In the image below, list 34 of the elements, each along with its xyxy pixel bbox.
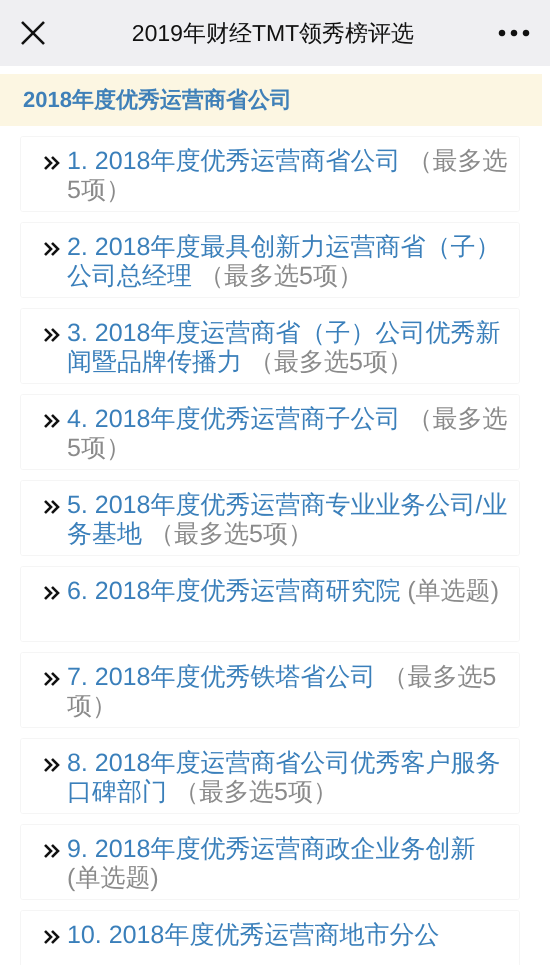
question-card[interactable]: 6. 2018年度优秀运营商研究院 (单选题) xyxy=(20,566,520,642)
question-title[interactable]: 6. 2018年度优秀运营商研究院 (单选题) xyxy=(67,577,500,606)
question-title[interactable]: 8. 2018年度运营商省公司优秀客户服务口碑部门 （最多选5项） xyxy=(67,749,509,807)
question-title[interactable]: 3. 2018年度运营商省（子）公司优秀新闻暨品牌传播力 （最多选5项） xyxy=(67,319,509,377)
question-card[interactable]: 5. 2018年度优秀运营商专业业务公司/业务基地 （最多选5项） xyxy=(20,480,520,556)
double-chevron-icon xyxy=(43,671,60,687)
question-card[interactable]: 8. 2018年度运营商省公司优秀客户服务口碑部门 （最多选5项） xyxy=(20,738,520,814)
more-icon[interactable] xyxy=(498,29,530,37)
double-chevron-icon xyxy=(43,929,60,945)
double-chevron-icon xyxy=(43,155,60,171)
close-icon[interactable] xyxy=(20,20,46,46)
double-chevron-icon xyxy=(43,241,60,257)
question-title[interactable]: 4. 2018年度优秀运营商子公司 （最多选5项） xyxy=(67,405,509,463)
question-card[interactable]: 4. 2018年度优秀运营商子公司 （最多选5项） xyxy=(20,394,520,470)
double-chevron-icon xyxy=(43,327,60,343)
double-chevron-icon xyxy=(43,413,60,429)
question-title[interactable]: 7. 2018年度优秀铁塔省公司 （最多选5项） xyxy=(67,663,509,721)
question-title[interactable]: 1. 2018年度优秀运营商省公司 （最多选5项） xyxy=(67,147,509,205)
question-card[interactable]: 2. 2018年度最具创新力运营商省（子）公司总经理 （最多选5项） xyxy=(20,222,520,298)
double-chevron-icon xyxy=(43,499,60,515)
section-title: 2018年度优秀运营商省公司 xyxy=(23,86,292,114)
double-chevron-icon xyxy=(43,843,60,859)
question-title[interactable]: 5. 2018年度优秀运营商专业业务公司/业务基地 （最多选5项） xyxy=(67,491,509,549)
double-chevron-icon xyxy=(43,757,60,773)
double-chevron-icon xyxy=(43,585,60,601)
question-card[interactable]: 10. 2018年度优秀运营商地市分公 xyxy=(20,910,520,965)
question-card[interactable]: 9. 2018年度优秀运营商政企业务创新 (单选题) xyxy=(20,824,520,900)
question-title[interactable]: 9. 2018年度优秀运营商政企业务创新 (单选题) xyxy=(67,835,509,893)
question-card[interactable]: 1. 2018年度优秀运营商省公司 （最多选5项） xyxy=(20,136,520,212)
page-title: 2019年财经TMT领秀榜评选 xyxy=(130,18,416,48)
question-title[interactable]: 2. 2018年度最具创新力运营商省（子）公司总经理 （最多选5项） xyxy=(67,233,509,291)
question-title[interactable]: 10. 2018年度优秀运营商地市分公 xyxy=(67,921,440,950)
question-card[interactable]: 7. 2018年度优秀铁塔省公司 （最多选5项） xyxy=(20,652,520,728)
question-card[interactable]: 3. 2018年度运营商省（子）公司优秀新闻暨品牌传播力 （最多选5项） xyxy=(20,308,520,384)
